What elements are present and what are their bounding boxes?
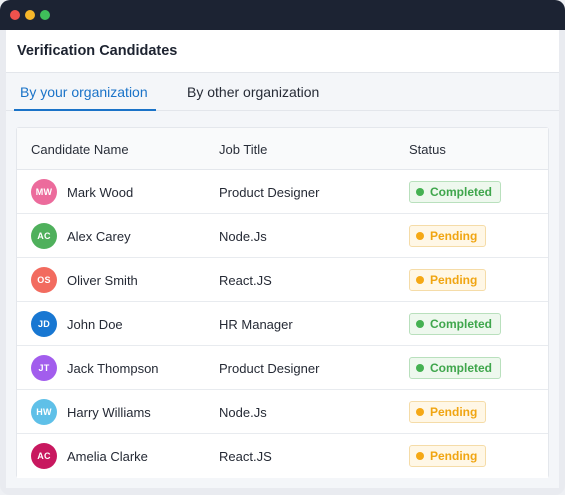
status-dot-icon [416,276,424,284]
column-header-status: Status [409,142,446,157]
status-label: Pending [430,449,478,463]
minimize-window-button[interactable] [25,10,35,20]
status-dot-icon [416,364,424,372]
status-label: Pending [430,273,478,287]
status-dot-icon [416,452,424,460]
job-title: React.JS [219,449,272,464]
table-row[interactable]: OS Oliver Smith React.JS Pending [17,258,548,302]
job-title: Node.Js [219,405,267,420]
status-badge: Completed [409,357,502,379]
candidate-name: Mark Wood [67,185,134,200]
candidate-name: Jack Thompson [67,361,159,376]
candidate-name: Alex Carey [67,229,131,244]
candidate-name: Oliver Smith [67,273,138,288]
job-title: React.JS [219,273,272,288]
status-label: Pending [430,229,478,243]
table-row[interactable]: AC Alex Carey Node.Js Pending [17,214,548,258]
avatar: AC [31,443,57,469]
avatar: JD [31,311,57,337]
table-row[interactable]: JD John Doe HR Manager Completed [17,302,548,346]
status-label: Pending [430,405,478,419]
status-dot-icon [416,320,424,328]
status-dot-icon [416,188,424,196]
tab-bar: By your organization By other organizati… [6,73,559,111]
avatar: AC [31,223,57,249]
table-row[interactable]: HW Harry Williams Node.Js Pending [17,390,548,434]
status-label: Completed [430,317,493,331]
table-header: Candidate Name Job Title Status [17,128,548,170]
job-title: Product Designer [219,361,320,376]
avatar: OS [31,267,57,293]
avatar: HW [31,399,57,425]
column-header-job-title: Job Title [219,142,268,157]
app-window: Verification Candidates By your organiza… [0,0,565,495]
table-row[interactable]: AC Amelia Clarke React.JS Pending [17,434,548,478]
table-row[interactable]: JT Jack Thompson Product Designer Completed [17,346,548,390]
tab-by-your-organization[interactable]: By your organization [14,84,156,111]
status-dot-icon [416,408,424,416]
panel-title: Verification Candidates [17,43,178,59]
job-title: Product Designer [219,185,320,200]
tab-by-other-organization[interactable]: By other organization [187,84,319,111]
avatar: MW [31,179,57,205]
candidate-name: John Doe [67,317,123,332]
candidate-name: Harry Williams [67,405,151,420]
candidates-table: Candidate Name Job Title Status MW Mark W… [16,127,549,478]
status-badge: Pending [409,445,487,467]
status-label: Completed [430,185,493,199]
window-titlebar [0,0,565,30]
maximize-window-button[interactable] [40,10,50,20]
job-title: Node.Js [219,229,267,244]
job-title: HR Manager [219,317,293,332]
table-row[interactable]: MW Mark Wood Product Designer Completed [17,170,548,214]
status-label: Completed [430,361,493,375]
column-header-candidate-name: Candidate Name [31,142,129,157]
status-badge: Completed [409,313,502,335]
status-badge: Completed [409,181,502,203]
candidate-name: Amelia Clarke [67,449,148,464]
status-badge: Pending [409,225,487,247]
status-badge: Pending [409,401,487,423]
verification-panel: Verification Candidates By your organiza… [6,30,559,488]
status-dot-icon [416,232,424,240]
close-window-button[interactable] [10,10,20,20]
avatar: JT [31,355,57,381]
status-badge: Pending [409,269,487,291]
panel-header: Verification Candidates [6,30,559,73]
